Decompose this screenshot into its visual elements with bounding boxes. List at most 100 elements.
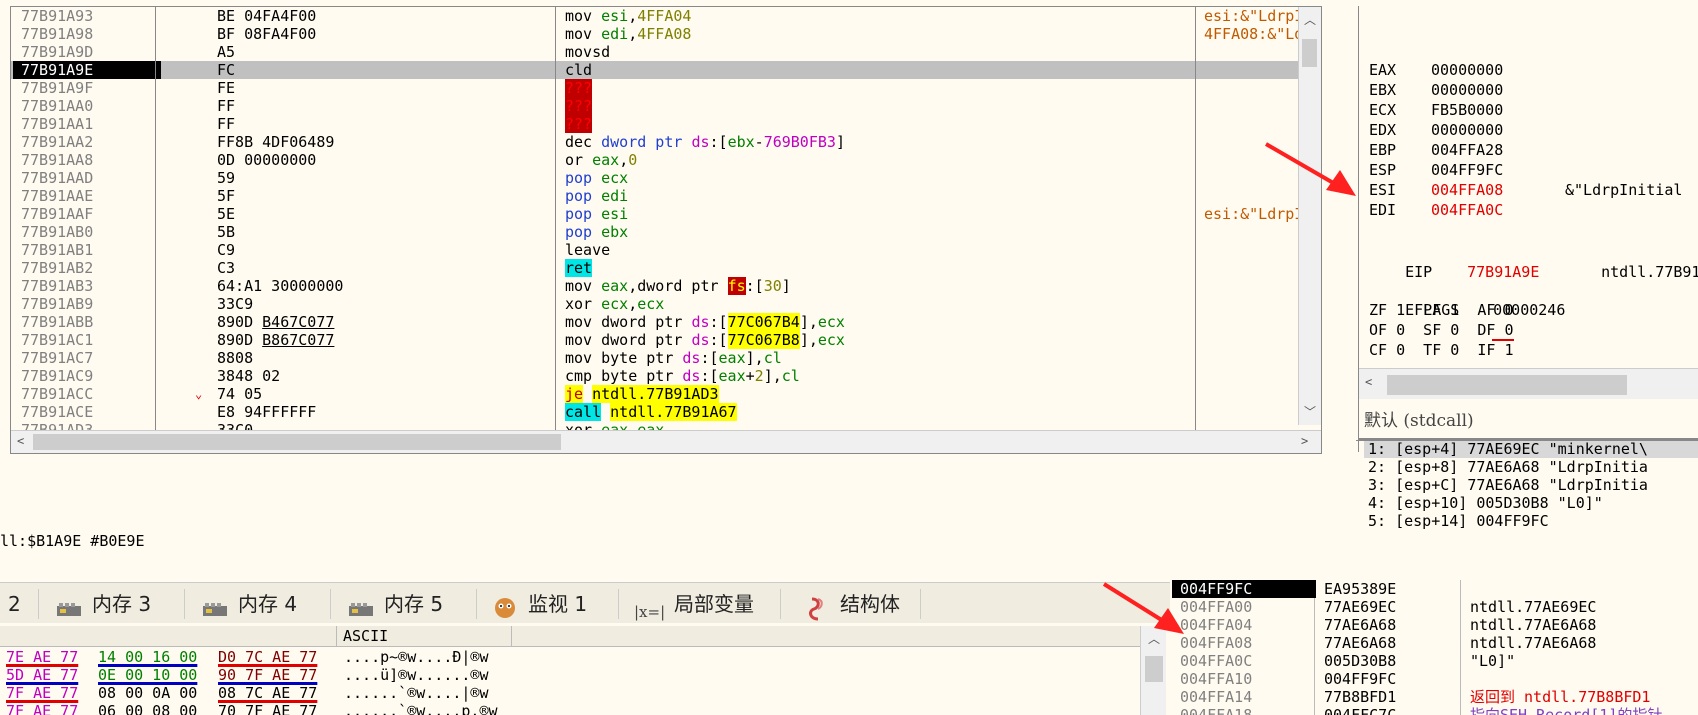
flags-row[interactable]: ZF 1 PF 1 AF 0 xyxy=(1369,300,1514,320)
instruction-address[interactable]: 77B91A93 xyxy=(21,7,93,25)
instruction-address[interactable]: 77B91AB0 xyxy=(21,223,93,241)
register-value[interactable]: 004FF9FC xyxy=(1431,160,1565,180)
disasm-row[interactable]: 77B91AA0 FF??? xyxy=(11,97,1321,115)
disasm-row[interactable]: 77B91ACE E8 94FFFFFF call ntdll.77B91A67 xyxy=(11,403,1321,421)
instruction-text[interactable]: ??? xyxy=(565,79,593,97)
vertical-scrollbar[interactable]: ︿ ﹀ xyxy=(1298,7,1321,425)
disasm-row[interactable]: 77B91AB3 64:A1 30000000 mov eax,dword ptr … xyxy=(11,277,1321,295)
hex-group[interactable]: 0E 00 10 00 xyxy=(98,666,197,684)
register-value[interactable]: 00000000 xyxy=(1431,120,1565,140)
register-row[interactable]: EDI 004FFA0C xyxy=(1369,200,1565,220)
stack-row[interactable]: 004FFA0C 005D30B8 "L0]" xyxy=(1170,652,1698,670)
hex-group[interactable]: 5D AE 77 xyxy=(6,666,78,684)
instruction-address[interactable]: 77B91ACC xyxy=(21,385,93,403)
scroll-down-icon[interactable]: ﹀ xyxy=(1304,403,1316,420)
instruction-address[interactable]: 77B91AA0 xyxy=(21,97,93,115)
instruction-text[interactable]: mov eax,dword ptr fs:[30] xyxy=(565,277,791,295)
instruction-text[interactable]: ret xyxy=(565,259,593,277)
instruction-text[interactable]: mov byte ptr ds:[eax],cl xyxy=(565,349,782,367)
instruction-address[interactable]: 77B91AA1 xyxy=(21,115,93,133)
horizontal-scrollbar[interactable]: < xyxy=(1359,368,1698,399)
disasm-row[interactable]: 77B91AAD 59 pop ecx xyxy=(11,169,1321,187)
scroll-thumb[interactable] xyxy=(1145,656,1163,682)
tab-memory-3[interactable]: 内存 3 xyxy=(56,589,151,619)
register-value[interactable]: 004FFA0C xyxy=(1431,200,1565,220)
instruction-text[interactable]: dec dword ptr ds:[ebx-769B0FB3] xyxy=(565,133,845,151)
stack-value[interactable]: EA95389E xyxy=(1324,580,1396,598)
register-row[interactable]: EAX 00000000 xyxy=(1369,60,1565,80)
instruction-text[interactable]: cld xyxy=(565,61,592,79)
instruction-address[interactable]: 77B91AA8 xyxy=(21,151,93,169)
instruction-text[interactable]: je ntdll.77B91AD3 xyxy=(565,385,719,403)
disasm-row[interactable]: 77B91AAF 5E pop esi esi:&"LdrpI xyxy=(11,205,1321,223)
eip-row[interactable]: EIP 77B91A9Entdll.77B91A9 xyxy=(1369,242,1698,281)
stack-value[interactable]: 77AE69EC xyxy=(1324,598,1396,616)
scroll-left-icon[interactable]: < xyxy=(17,434,24,448)
instruction-text[interactable]: mov dword ptr ds:[77C067B8],ecx xyxy=(565,331,845,349)
scroll-thumb[interactable] xyxy=(1302,39,1317,67)
instruction-address[interactable]: 77B91ACE xyxy=(21,403,93,421)
disasm-row[interactable]: 77B91AC9 3848 02 cmp byte ptr ds:[eax+2],c… xyxy=(11,367,1321,385)
stack-value[interactable]: 005D30B8 xyxy=(1324,652,1396,670)
instruction-text[interactable]: xor ecx,ecx xyxy=(565,295,664,313)
register-row[interactable]: ESI 004FFA08 &"LdrpInitial xyxy=(1369,180,1682,200)
stack-address[interactable]: 004FFA14 xyxy=(1180,688,1252,706)
hex-group[interactable]: 06 00 08 00 xyxy=(98,702,197,715)
instruction-text[interactable]: mov dword ptr ds:[77C067B4],ecx xyxy=(565,313,845,331)
tab-struct[interactable]: 结构体 xyxy=(804,589,900,620)
hex-group[interactable]: 70 7F AE 77 xyxy=(218,702,317,715)
instruction-text[interactable]: call ntdll.77B91A67 xyxy=(565,403,737,421)
disasm-row[interactable]: 77B91A9E FC cld xyxy=(11,61,1321,79)
instruction-text[interactable]: mov esi,4FFA04 xyxy=(565,7,691,25)
registers-panel[interactable]: EAX 00000000 EBX 00000000 ECX FB5B0000 EDX 0000… xyxy=(1358,6,1698,452)
register-row[interactable]: ECX FB5B0000 xyxy=(1369,100,1565,120)
instruction-address[interactable]: 77B91AB9 xyxy=(21,295,93,313)
disasm-row[interactable]: 77B91AB0 5B pop ebx xyxy=(11,223,1321,241)
stack-value[interactable]: 77AE6A68 xyxy=(1324,616,1396,634)
calling-convention-select[interactable]: 默认 (stdcall) xyxy=(1364,406,1474,431)
stack-address[interactable]: 004FFA18 xyxy=(1180,706,1252,715)
instruction-address[interactable]: 77B91AB3 xyxy=(21,277,93,295)
disasm-row[interactable]: 77B91A98 BF 08FA4F00 mov edi,4FFA08 4FFA08:… xyxy=(11,25,1321,43)
register-row[interactable]: EBP 004FFA28 xyxy=(1369,140,1565,160)
ascii-text[interactable]: ......`®w....|®w xyxy=(344,684,489,702)
instruction-address[interactable]: 77B91A98 xyxy=(21,25,93,43)
tab-locals[interactable]: |x=| 局部变量 xyxy=(634,589,754,621)
scroll-left-icon[interactable]: < xyxy=(1365,375,1372,389)
hex-group[interactable]: 7E AE 77 xyxy=(6,648,78,666)
disasm-row[interactable]: 77B91ABB 890D B467C077 mov dword ptr ds:[7… xyxy=(11,313,1321,331)
instruction-text[interactable]: pop ecx xyxy=(565,169,628,187)
stack-row[interactable]: 004FF9FC EA95389E xyxy=(1170,580,1698,598)
horizontal-scrollbar[interactable]: < > xyxy=(11,430,1321,453)
tab-memory-4[interactable]: 内存 4 xyxy=(202,589,297,619)
disasm-row[interactable]: 77B91AB2 C3 ret xyxy=(11,259,1321,277)
instruction-text[interactable]: or eax,0 xyxy=(565,151,637,169)
flags-row[interactable]: CF 0 TF 0 IF 1 xyxy=(1369,340,1514,360)
instruction-text[interactable]: pop esi xyxy=(565,205,628,223)
instruction-text[interactable]: leave xyxy=(565,241,610,259)
instruction-text[interactable]: ??? xyxy=(565,97,593,115)
instruction-text[interactable]: pop ebx xyxy=(565,223,628,241)
disasm-row[interactable]: 77B91A9F FE??? xyxy=(11,79,1321,97)
hex-group[interactable]: 7F AE 77 xyxy=(6,684,78,702)
stack-value[interactable]: 77B8BFD1 xyxy=(1324,688,1396,706)
flags-row[interactable]: OF 0 SF 0 DF 0 xyxy=(1369,320,1514,340)
stack-row[interactable]: 004FFA04 77AE6A68 ntdll.77AE6A68 xyxy=(1170,616,1698,634)
instruction-address[interactable]: 77B91AC7 xyxy=(21,349,93,367)
disasm-row[interactable]: 77B91ACC 74 05 je ntdll.77B91AD3 ⌄ xyxy=(11,385,1321,403)
instruction-address[interactable]: 77B91A9D xyxy=(21,43,93,61)
register-row[interactable]: ESP 004FF9FC xyxy=(1369,160,1565,180)
stack-row[interactable]: 004FFA08 77AE6A68 ntdll.77AE6A68 xyxy=(1170,634,1698,652)
disasm-row[interactable]: 77B91AA1 FF??? xyxy=(11,115,1321,133)
stack-row[interactable]: 004FFA18 004FFC7C 指向SEH_Record[1]的指针 xyxy=(1170,706,1698,715)
stack-address[interactable]: 004FFA0C xyxy=(1180,652,1252,670)
hex-group[interactable]: 7F AE 77 xyxy=(6,702,78,715)
register-value[interactable]: 00000000 xyxy=(1431,80,1565,100)
column-divider[interactable] xyxy=(155,7,156,447)
register-value[interactable]: 004FFA08 xyxy=(1431,180,1565,200)
eflags-row[interactable]: EFLAGS 00000246 xyxy=(1369,280,1627,319)
instruction-address[interactable]: 77B91AC9 xyxy=(21,367,93,385)
disasm-row[interactable]: 77B91AC1 890D B867C077 mov dword ptr ds:[7… xyxy=(11,331,1321,349)
register-value[interactable]: 004FFA28 xyxy=(1431,140,1565,160)
disasm-row[interactable]: 77B91AB9 33C9 xor ecx,ecx xyxy=(11,295,1321,313)
